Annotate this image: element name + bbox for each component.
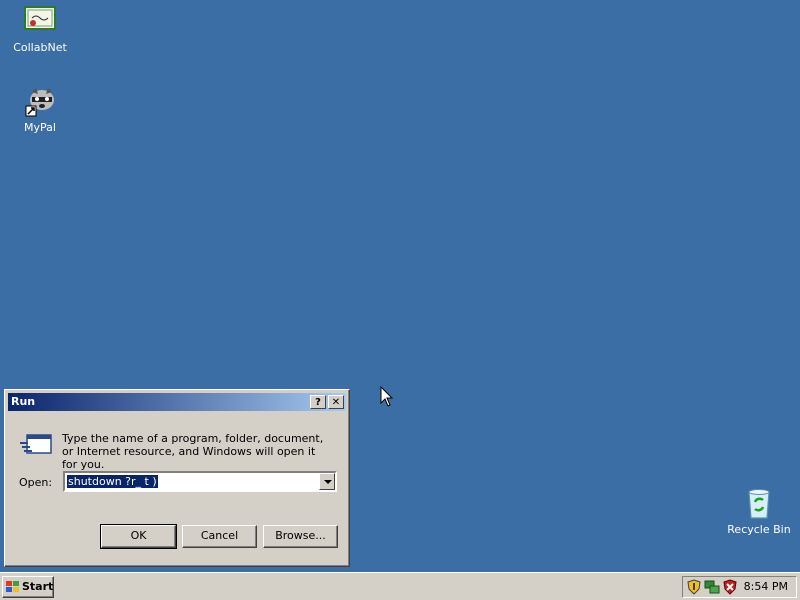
- chevron-down-icon[interactable]: [319, 473, 335, 490]
- open-combobox[interactable]: shutdown ?r_ t ): [63, 471, 337, 492]
- browse-button[interactable]: Browse...: [263, 525, 338, 548]
- windows-flag-icon: [6, 581, 20, 593]
- recycle-bin-icon: [743, 488, 775, 520]
- title-bar[interactable]: Run ? ✕: [8, 393, 346, 411]
- system-tray: 8:54 PM: [682, 576, 797, 598]
- raccoon-icon: [24, 86, 56, 118]
- desktop-icon-label: CollabNet: [13, 41, 67, 54]
- open-label: Open:: [19, 476, 53, 489]
- close-button[interactable]: ✕: [328, 395, 344, 409]
- desktop-icon-label: MyPal: [24, 121, 56, 134]
- ok-button[interactable]: OK: [100, 524, 177, 549]
- desktop-icon-label: Recycle Bin: [727, 523, 791, 536]
- dialog-title: Run: [11, 395, 36, 408]
- taskbar: Start 8:54 PM: [0, 572, 800, 600]
- help-button[interactable]: ?: [310, 395, 326, 409]
- run-icon: [19, 431, 55, 457]
- certificate-icon: [24, 6, 56, 38]
- cancel-button[interactable]: Cancel: [182, 525, 257, 548]
- desktop-icon-recycle-bin[interactable]: Recycle Bin: [721, 488, 797, 536]
- run-description: Type the name of a program, folder, docu…: [62, 432, 324, 471]
- start-label: Start: [22, 580, 54, 593]
- start-button[interactable]: Start: [2, 576, 54, 598]
- open-input-value[interactable]: shutdown ?r_ t ): [67, 475, 158, 488]
- shield-icon[interactable]: [686, 579, 702, 595]
- security-alert-icon[interactable]: [722, 579, 738, 595]
- clock[interactable]: 8:54 PM: [744, 580, 788, 593]
- mouse-cursor-icon: [380, 385, 394, 408]
- desktop-icon-mypal[interactable]: MyPal: [2, 86, 78, 134]
- run-dialog: Run ? ✕ Type the name of a program, fold…: [4, 389, 350, 567]
- network-icon[interactable]: [704, 579, 720, 595]
- desktop-icon-collabnet[interactable]: CollabNet: [2, 6, 78, 54]
